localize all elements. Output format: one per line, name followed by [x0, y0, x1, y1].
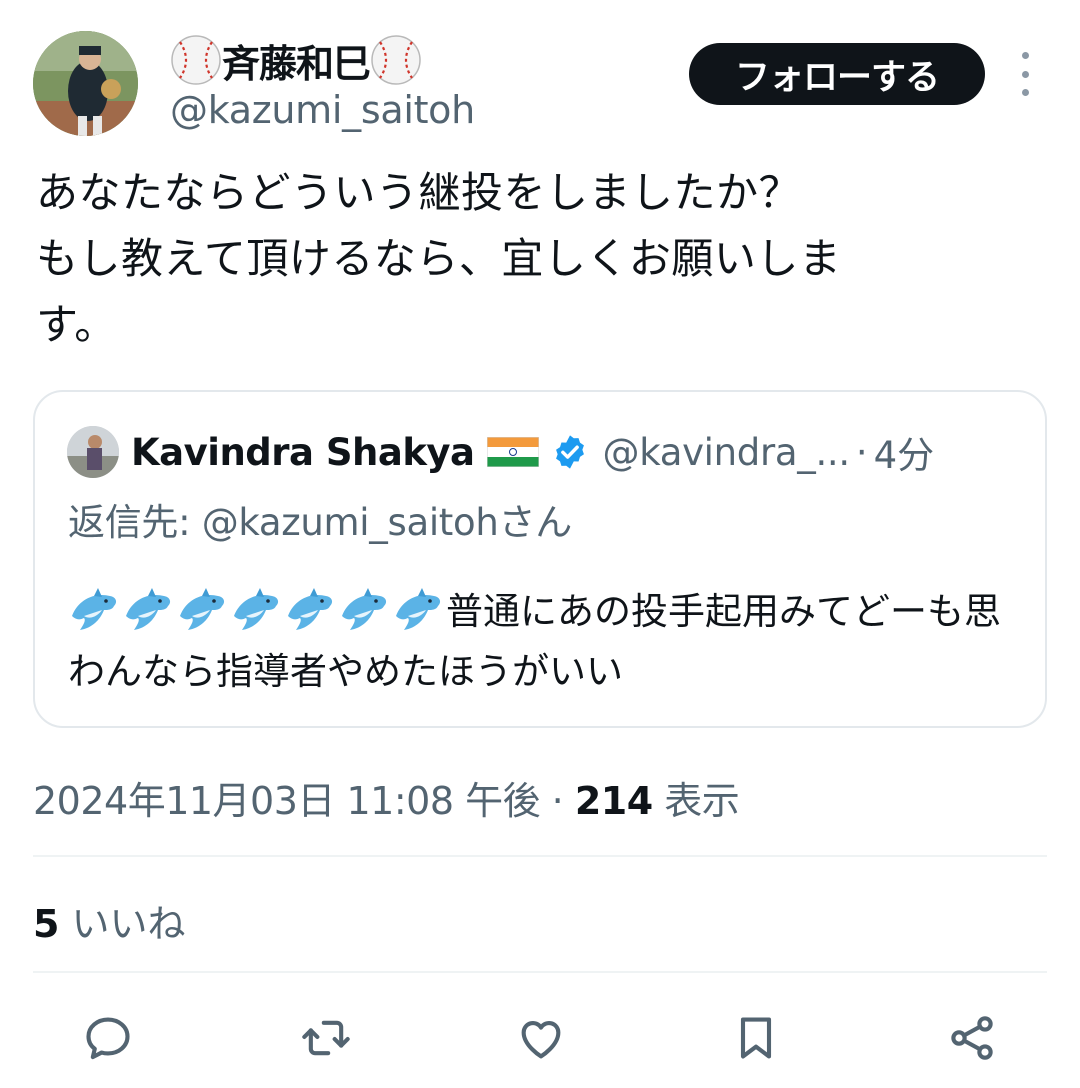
like-icon[interactable] — [513, 1010, 569, 1066]
dolphin-icon — [342, 588, 387, 630]
bookmark-icon[interactable] — [728, 1010, 784, 1066]
dolphin-icon — [234, 588, 279, 630]
verified-badge-icon — [551, 433, 589, 471]
quote-reply-to: 返信先: @kazumi_saitohさん — [68, 501, 572, 544]
separator-dot: · — [855, 430, 868, 474]
tweet-text: あなたならどういう継投をしましたか？ もし教えて頂けるなら、宜しくお願いしま す… — [36, 168, 842, 349]
quote-author-avatar[interactable] — [67, 426, 119, 478]
quote-author-name: Kavindra Shakya — [131, 430, 475, 474]
dolphin-icon — [126, 588, 171, 630]
likes-summary[interactable]: 5 いいね — [33, 893, 186, 948]
tweet-datetime[interactable]: 2024年11月03日 11:08 午後 — [33, 779, 541, 823]
quote-header: Kavindra Shakya @kavindra_... · 4分 — [131, 422, 934, 482]
author-avatar[interactable] — [33, 31, 138, 136]
dolphin-icon — [180, 588, 225, 630]
baseball-icon — [170, 34, 222, 86]
author-name: 斉藤和巳 — [222, 41, 371, 86]
likes-label: いいね — [59, 902, 186, 946]
divider — [33, 855, 1047, 857]
reply-icon[interactable] — [80, 1010, 136, 1066]
divider — [33, 971, 1047, 973]
tweet-meta: 2024年11月03日 11:08 午後 · 214 表示 — [33, 770, 740, 825]
views-label: 表示 — [652, 779, 740, 823]
dolphin-emoji-row — [68, 588, 446, 633]
dolphin-icon — [396, 588, 441, 630]
share-icon[interactable] — [944, 1010, 1000, 1066]
dolphin-icon — [288, 588, 333, 630]
more-vertical-icon[interactable] — [1010, 52, 1040, 96]
author-name-row[interactable]: 斉藤和巳 — [170, 30, 422, 90]
quoted-tweet-card[interactable]: Kavindra Shakya @kavindra_... · 4分 返信先: … — [33, 390, 1047, 728]
quote-text: 普通にあの投手起用みてどーも思わんなら指導者やめたほうがいい — [68, 582, 1028, 702]
quote-timestamp[interactable]: 4分 — [874, 425, 935, 479]
views-count: 214 — [574, 779, 653, 823]
india-flag-icon — [486, 436, 540, 468]
baseball-icon — [370, 34, 422, 86]
quote-author-handle: @kavindra_... — [602, 430, 851, 474]
author-handle[interactable]: @kazumi_saitoh — [170, 88, 475, 132]
retweet-icon[interactable] — [298, 1010, 354, 1066]
separator-dot: · — [540, 779, 575, 823]
likes-count: 5 — [33, 902, 60, 946]
follow-button[interactable]: フォローする — [689, 43, 985, 105]
dolphin-icon — [72, 588, 117, 630]
